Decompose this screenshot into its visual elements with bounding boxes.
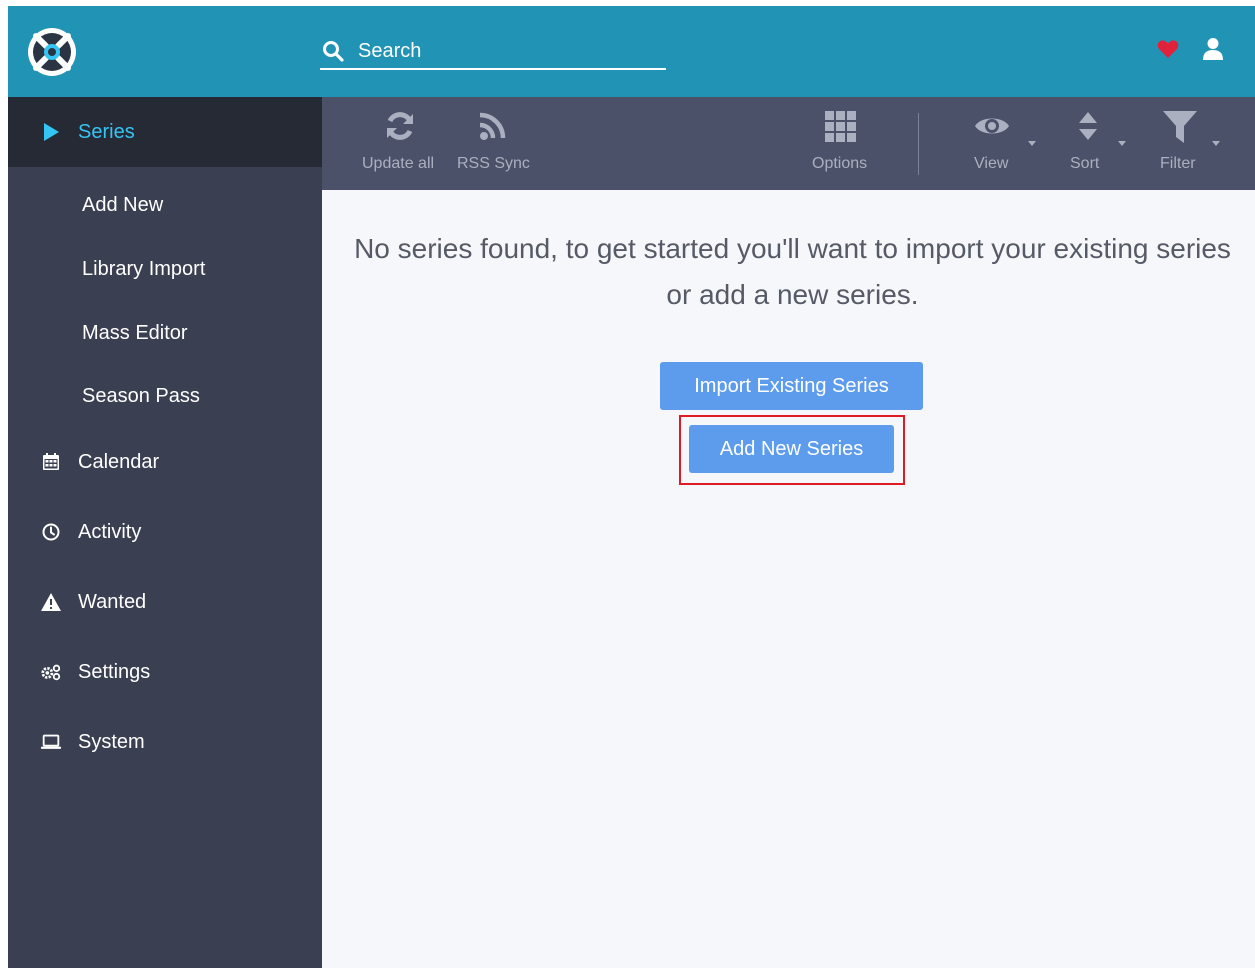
sidebar-item-label: Activity (78, 520, 142, 543)
view-button[interactable]: View (962, 97, 1036, 190)
empty-state-message: No series found, to get started you'll w… (354, 233, 1231, 310)
sidebar-item-library-import[interactable]: Library Import (8, 238, 322, 300)
options-button[interactable]: Options (810, 97, 870, 190)
add-new-series-button[interactable]: Add New Series (689, 425, 894, 473)
sidebar-item-label: Wanted (78, 590, 147, 613)
filter-caret-icon (1212, 141, 1220, 146)
filter-icon (1163, 111, 1197, 143)
rss-sync-label: RSS Sync (457, 155, 530, 172)
sidebar-item-label: Add New (82, 193, 164, 216)
sidebar-item-wanted[interactable]: Wanted (8, 571, 322, 633)
gears-icon (40, 661, 62, 683)
sidebar-item-label: Library Import (82, 257, 206, 280)
sidebar-item-settings[interactable]: Settings (8, 641, 322, 703)
calendar-icon (40, 451, 62, 473)
user-icon[interactable] (1202, 37, 1224, 66)
toolbar: Update all RSS Sync Options View Sort Fi… (322, 97, 1255, 190)
sort-caret-icon (1118, 141, 1126, 146)
app-window: Series Add New Library Import Mass Edito… (8, 6, 1255, 968)
rss-icon (479, 112, 506, 140)
sidebar-item-activity[interactable]: Activity (8, 501, 322, 563)
sort-button[interactable]: Sort (1058, 97, 1126, 190)
laptop-icon (40, 731, 62, 753)
sort-label: Sort (1070, 155, 1100, 172)
sidebar-item-series[interactable]: Series (8, 97, 322, 167)
heart-icon[interactable] (1157, 39, 1179, 64)
rss-sync-button[interactable]: RSS Sync (456, 97, 530, 190)
play-icon (40, 121, 62, 143)
update-all-button[interactable]: Update all (362, 97, 438, 190)
sonarr-logo-icon[interactable] (26, 26, 78, 78)
filter-label: Filter (1160, 155, 1196, 172)
sidebar-item-system[interactable]: System (8, 711, 322, 773)
sort-icon (1079, 112, 1097, 140)
eye-icon (975, 118, 1009, 134)
import-existing-series-button[interactable]: Import Existing Series (660, 362, 923, 410)
grid-icon (825, 111, 856, 142)
search-box (320, 32, 666, 70)
filter-button[interactable]: Filter (1150, 97, 1220, 190)
search-icon (323, 41, 344, 62)
update-all-label: Update all (362, 155, 435, 172)
refresh-icon (387, 112, 413, 140)
view-label: View (974, 155, 1009, 172)
toolbar-separator (918, 113, 919, 175)
sidebar-item-label: Calendar (78, 450, 160, 473)
header-bar (8, 6, 1255, 97)
sidebar-item-label: Series (78, 120, 135, 143)
sidebar-item-label: Mass Editor (82, 321, 188, 344)
sidebar-item-calendar[interactable]: Calendar (8, 431, 322, 493)
search-input[interactable] (358, 36, 658, 66)
view-caret-icon (1028, 141, 1036, 146)
sidebar-item-label: Season Pass (82, 384, 200, 407)
options-label: Options (812, 155, 868, 172)
clock-icon (40, 521, 62, 543)
sidebar-item-label: Settings (78, 660, 151, 683)
sidebar-item-add-new[interactable]: Add New (8, 174, 322, 236)
warning-icon (40, 591, 62, 613)
main-content: No series found, to get started you'll w… (322, 190, 1255, 968)
sidebar-item-season-pass[interactable]: Season Pass (8, 365, 322, 427)
sidebar-item-mass-editor[interactable]: Mass Editor (8, 302, 322, 364)
sidebar-item-label: System (78, 730, 145, 753)
sidebar: Series Add New Library Import Mass Edito… (8, 97, 322, 968)
